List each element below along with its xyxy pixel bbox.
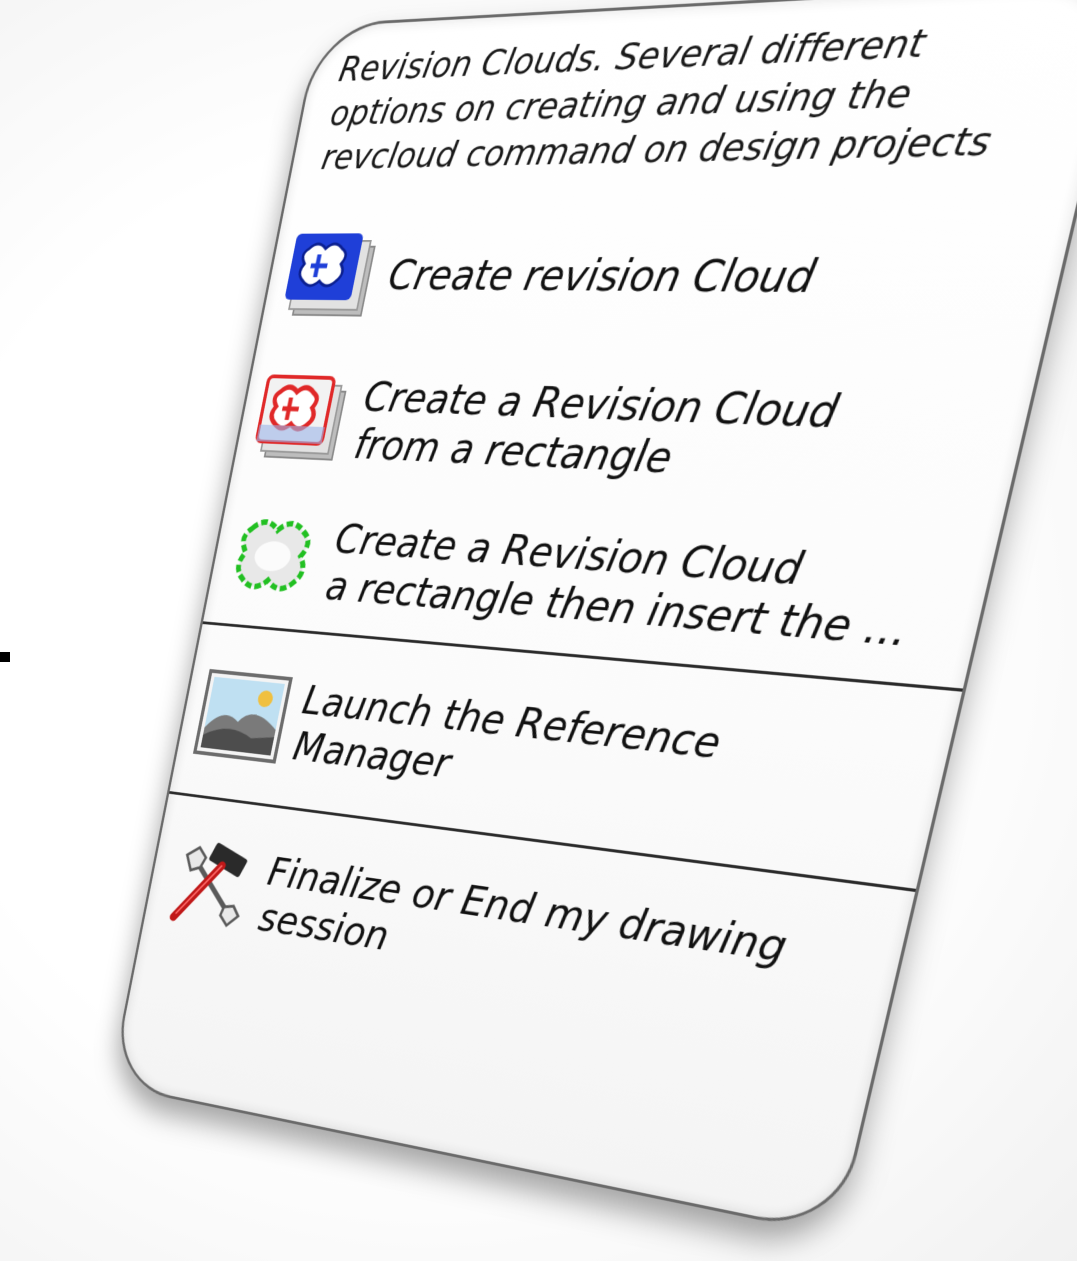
edge-marker: [0, 652, 10, 662]
revision-cloud-red-icon: [246, 372, 361, 466]
revision-cloud-menu-card: Revision Clouds. Several different optio…: [109, 0, 1077, 1236]
hammer-wrench-icon: [155, 836, 265, 936]
menu-item-label: Create a Revision Cloud a rectangle then…: [313, 515, 926, 657]
revision-cloud-blue-icon: [274, 229, 390, 321]
menu-item-create-revision-cloud-from-rectangle[interactable]: Create a Revision Cloud from a rectangle: [244, 361, 1013, 510]
menu-item-create-revision-cloud[interactable]: Create revision Cloud: [272, 214, 1051, 343]
menu-item-label: Create revision Cloud: [376, 251, 820, 304]
stage: Revision Clouds. Several different optio…: [0, 0, 1077, 1261]
menu-item-label: Finalize or End my drawing session: [247, 848, 792, 1024]
menu-item-create-revision-cloud-insert[interactable]: Create a Revision Cloud a rectangle then…: [217, 500, 975, 672]
image-landscape-icon: [188, 668, 300, 766]
menu-description: Revision Clouds. Several different optio…: [318, 12, 1076, 180]
menu-item-label: Create a Revision Cloud from a rectangle: [342, 373, 843, 491]
menu-item-label: Launch the Reference Manager: [281, 676, 725, 820]
revision-cloud-green-icon: [219, 511, 332, 607]
